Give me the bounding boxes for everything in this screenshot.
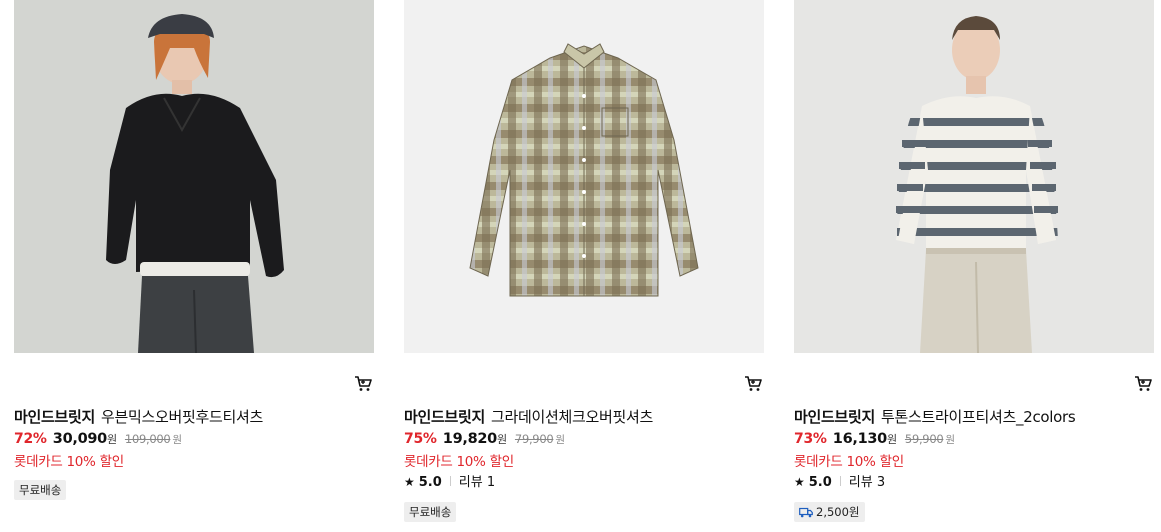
review-summary[interactable]: ★ 5.0 리뷰 3 — [794, 471, 885, 490]
price-row: 75% 19,820원 79,900 원 — [404, 431, 565, 447]
sale-price: 16,130 — [832, 431, 887, 447]
currency-unit: 원 — [496, 433, 507, 446]
brand-name[interactable]: 마인드브릿지 — [794, 408, 875, 426]
currency-unit: 원 — [172, 434, 182, 446]
product-card[interactable]: 마인드브릿지 투톤스트라이프티셔츠_2colors 73% 16,130원 59,… — [794, 0, 1154, 532]
price-row: 72% 30,090원 109,000 원 — [14, 431, 182, 447]
review-summary[interactable]: ★ 5.0 리뷰 1 — [404, 471, 495, 490]
price-row: 73% 16,130원 59,900 원 — [794, 431, 955, 447]
discount-rate: 73% — [794, 431, 827, 447]
product-title[interactable]: 마인드브릿지 그라데이션체크오버핏셔츠 — [404, 406, 653, 427]
product-card[interactable]: 마인드브릿지 그라데이션체크오버핏셔츠 75% 19,820원 79,900 원 롯… — [404, 0, 764, 532]
free-shipping-badge: 무료배송 — [404, 502, 457, 522]
product-image[interactable] — [14, 0, 374, 353]
product-title[interactable]: 마인드브릿지 투톤스트라이프티셔츠_2colors — [794, 406, 1076, 427]
product-card[interactable]: 마인드브릿지 우븐믹스오버핏후드티셔츠 72% 30,090원 109,000 원 … — [14, 0, 374, 532]
card-promotion: 롯데카드 10% 할인 — [404, 454, 514, 470]
discount-rate: 72% — [14, 431, 47, 447]
currency-unit: 원 — [106, 433, 117, 446]
currency-unit: 원 — [555, 434, 565, 446]
add-to-cart-icon[interactable] — [1134, 375, 1152, 392]
shipping-fee-badge: 2,500원 — [794, 502, 865, 522]
original-price: 79,900 — [514, 432, 554, 446]
review-count[interactable]: 리뷰 1 — [459, 475, 495, 490]
free-shipping-badge: 무료배송 — [14, 480, 67, 500]
sale-price: 19,820 — [442, 431, 497, 447]
review-count[interactable]: 리뷰 3 — [849, 475, 885, 490]
rating-value: 5.0 — [418, 475, 442, 490]
original-price: 109,000 — [124, 432, 171, 446]
card-promotion: 롯데카드 10% 할인 — [14, 454, 124, 470]
product-image[interactable] — [404, 0, 764, 353]
shipping-fee: 2,500원 — [816, 505, 860, 519]
discount-rate: 75% — [404, 431, 437, 447]
product-name[interactable]: 우븐믹스오버핏후드티셔츠 — [101, 408, 263, 426]
sale-price: 30,090 — [52, 431, 107, 447]
rating-value: 5.0 — [808, 475, 832, 490]
currency-unit: 원 — [945, 434, 955, 446]
product-title[interactable]: 마인드브릿지 우븐믹스오버핏후드티셔츠 — [14, 406, 263, 427]
star-icon: ★ — [794, 475, 805, 489]
product-name[interactable]: 그라데이션체크오버핏셔츠 — [491, 408, 653, 426]
star-icon: ★ — [404, 475, 415, 489]
divider — [839, 476, 841, 486]
brand-name[interactable]: 마인드브릿지 — [404, 408, 485, 426]
product-image[interactable] — [794, 0, 1154, 353]
card-promotion: 롯데카드 10% 할인 — [794, 454, 904, 470]
truck-icon — [799, 504, 813, 524]
original-price: 59,900 — [904, 432, 944, 446]
product-name[interactable]: 투톤스트라이프티셔츠_2colors — [881, 408, 1076, 426]
divider — [449, 476, 451, 486]
currency-unit: 원 — [886, 433, 897, 446]
add-to-cart-icon[interactable] — [354, 375, 372, 392]
add-to-cart-icon[interactable] — [744, 375, 762, 392]
brand-name[interactable]: 마인드브릿지 — [14, 408, 95, 426]
